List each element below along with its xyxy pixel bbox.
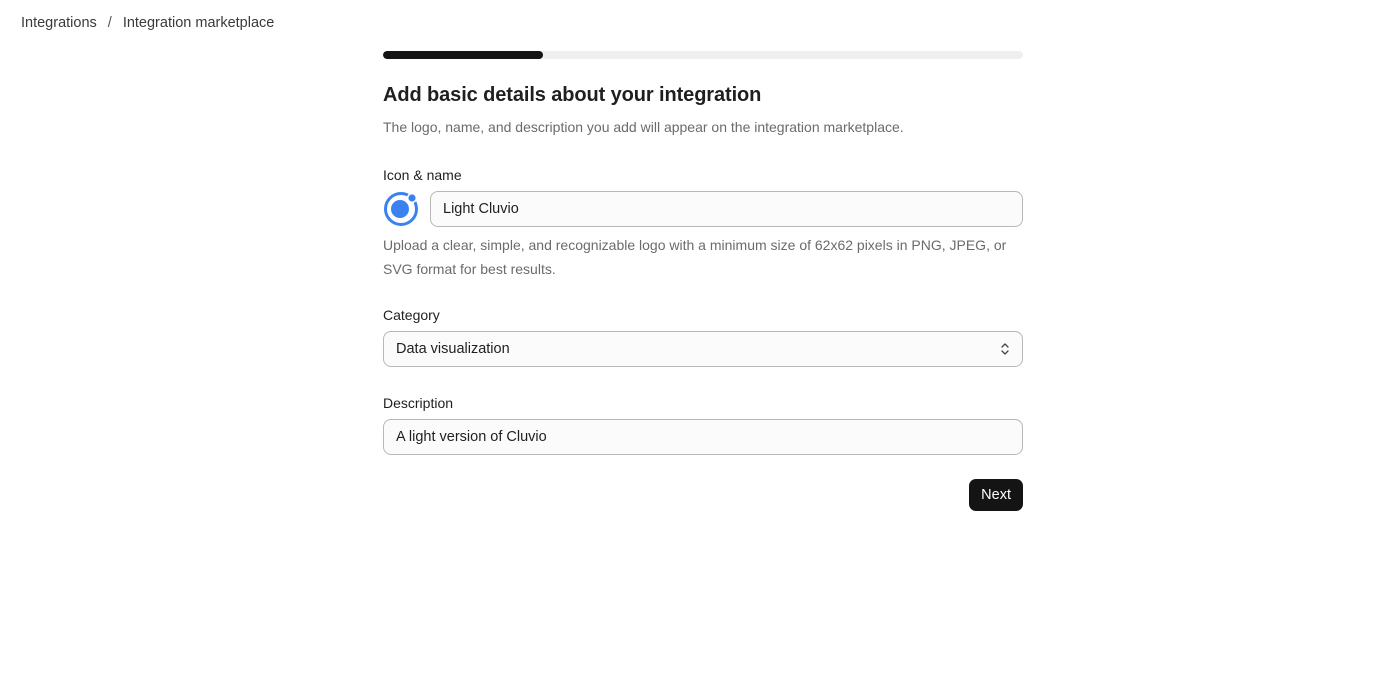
next-button[interactable]: Next: [969, 479, 1023, 511]
page-subtitle: The logo, name, and description you add …: [383, 119, 904, 135]
chevron-up-down-icon: [1001, 343, 1009, 355]
category-selected-value: Data visualization: [396, 341, 510, 357]
progress-bar: [383, 51, 1023, 59]
logo-help-text: Upload a clear, simple, and recognizable…: [383, 237, 1007, 277]
page-title: Add basic details about your integration: [383, 84, 762, 106]
progress-bar-fill: [383, 51, 543, 59]
breadcrumb-separator: /: [107, 15, 112, 31]
breadcrumb-integration-marketplace-link[interactable]: Integration marketplace: [123, 15, 275, 31]
breadcrumb-integrations-link[interactable]: Integrations: [21, 15, 97, 31]
integration-name-input[interactable]: [430, 191, 1023, 227]
description-label: Description: [383, 395, 454, 411]
integration-logo-icon[interactable]: [383, 191, 419, 227]
breadcrumb: Integrations / Integration marketplace: [21, 14, 274, 32]
icon-name-label: Icon & name: [383, 167, 462, 183]
category-label: Category: [383, 307, 440, 323]
description-input[interactable]: [383, 419, 1023, 455]
category-select[interactable]: Data visualization: [383, 331, 1023, 367]
